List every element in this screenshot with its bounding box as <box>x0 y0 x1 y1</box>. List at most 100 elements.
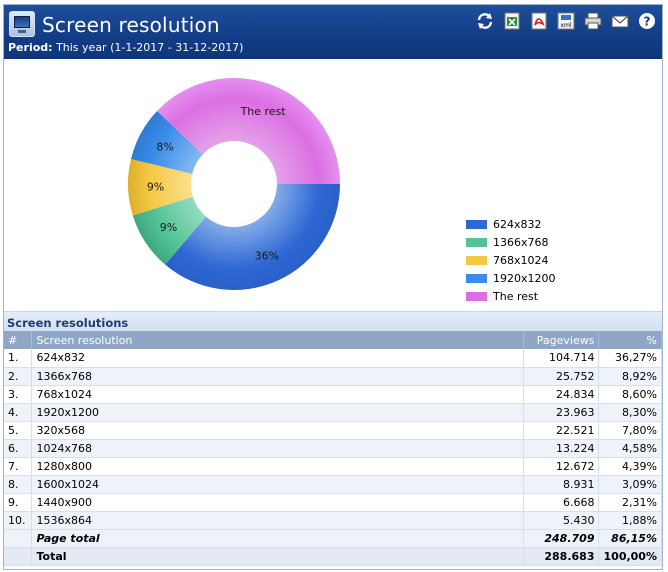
pdf-icon[interactable] <box>528 10 550 32</box>
row-resolution: 1600x1024 <box>31 475 524 494</box>
row-index: 1. <box>4 349 33 368</box>
row-percent: 2,31% <box>598 493 662 512</box>
page-total-index <box>4 529 33 548</box>
total-pageviews: 288.683 <box>523 547 600 566</box>
legend-swatch <box>466 255 487 265</box>
row-percent: 7,80% <box>598 421 662 440</box>
row-resolution: 320x568 <box>31 421 524 440</box>
legend-swatch <box>466 237 487 247</box>
legend-swatch <box>466 291 487 301</box>
page-total-percent: 86,15% <box>598 529 662 548</box>
row-index: 6. <box>4 439 33 458</box>
row-index: 5. <box>4 421 33 440</box>
row-index: 2. <box>4 367 33 386</box>
row-resolution: 768x1024 <box>31 385 524 404</box>
period-value: This year (1-1-2017 - 31-12-2017) <box>56 41 244 54</box>
table-row[interactable]: 4. 1920x1200 23.963 8,30% <box>4 403 662 422</box>
row-index: 9. <box>4 493 33 512</box>
row-percent: 4,58% <box>598 439 662 458</box>
chart-legend: 624x832 1366x768 768x1024 1920x1200 The rest <box>466 215 556 305</box>
legend-label: 768x1024 <box>493 253 549 267</box>
monitor-icon <box>9 11 35 37</box>
row-index: 3. <box>4 385 33 404</box>
total-row: Total 288.683 100,00% <box>4 547 662 566</box>
row-pageviews: 6.668 <box>523 493 600 512</box>
row-pageviews: 8.931 <box>523 475 600 494</box>
page-total-pageviews: 248.709 <box>523 529 600 548</box>
row-percent: 8,60% <box>598 385 662 404</box>
row-pageviews: 22.521 <box>523 421 600 440</box>
row-percent: 4,39% <box>598 457 662 476</box>
legend-label: 1366x768 <box>493 235 549 249</box>
row-percent: 1,88% <box>598 511 662 530</box>
table-row[interactable]: 6. 1024x768 13.224 4,58% <box>4 439 662 458</box>
print-icon[interactable] <box>582 10 604 32</box>
table-header-row: # Screen resolution Pageviews % <box>4 331 662 349</box>
donut-chart: 36% 9% 9% 8% The rest <box>127 78 340 290</box>
legend-label: 624x832 <box>493 217 542 231</box>
row-resolution: 1280x800 <box>31 457 524 476</box>
row-index: 7. <box>4 457 33 476</box>
chart-area: 36% 9% 9% 8% The rest 624x832 1366x768 768x102… <box>4 59 662 311</box>
row-resolution: 1920x1200 <box>31 403 524 422</box>
legend-item: 768x1024 <box>466 251 556 269</box>
header-pageviews[interactable]: Pageviews <box>523 331 600 349</box>
legend-item: The rest <box>466 287 556 305</box>
legend-label: The rest <box>493 289 539 303</box>
table-row[interactable]: 7. 1280x800 12.672 4,39% <box>4 457 662 476</box>
header-index[interactable]: # <box>4 331 33 349</box>
row-resolution: 1440x900 <box>31 493 524 512</box>
row-pageviews: 104.714 <box>523 349 600 368</box>
legend-label: 1920x1200 <box>493 271 556 285</box>
slice-label: 9% <box>147 181 164 194</box>
email-icon[interactable] <box>609 10 631 32</box>
legend-swatch <box>466 273 487 283</box>
header-resolution[interactable]: Screen resolution <box>31 331 524 349</box>
legend-item: 1366x768 <box>466 233 556 251</box>
help-icon[interactable]: ? <box>636 10 658 32</box>
row-percent: 36,27% <box>598 349 662 368</box>
table-row[interactable]: 5. 320x568 22.521 7,80% <box>4 421 662 440</box>
row-pageviews: 23.963 <box>523 403 600 422</box>
row-percent: 8,92% <box>598 367 662 386</box>
toolbar: xml ? <box>474 10 658 32</box>
table-row[interactable]: 9. 1440x900 6.668 2,31% <box>4 493 662 512</box>
total-percent: 100,00% <box>598 547 662 566</box>
header-percent[interactable]: % <box>598 331 662 349</box>
row-index: 8. <box>4 475 33 494</box>
table-row[interactable]: 10. 1536x864 5.430 1,88% <box>4 511 662 530</box>
svg-text:xml: xml <box>560 22 571 29</box>
slice-label: The rest <box>240 105 287 118</box>
report-panel: Screen resolution Period: This year (1-1… <box>3 4 663 570</box>
row-resolution: 1024x768 <box>31 439 524 458</box>
resolution-table: # Screen resolution Pageviews % 1. 624x83… <box>4 331 662 566</box>
refresh-icon[interactable] <box>474 10 496 32</box>
row-percent: 8,30% <box>598 403 662 422</box>
page-title: Screen resolution <box>42 13 220 37</box>
table-row[interactable]: 8. 1600x1024 8.931 3,09% <box>4 475 662 494</box>
slice-label: 9% <box>160 221 177 234</box>
period-label: Period: <box>8 41 53 54</box>
period-info: Period: This year (1-1-2017 - 31-12-2017… <box>8 41 243 54</box>
slice-label: 8% <box>156 140 173 153</box>
legend-swatch <box>466 219 487 229</box>
row-resolution: 624x832 <box>31 349 524 368</box>
excel-icon[interactable] <box>501 10 523 32</box>
row-index: 4. <box>4 403 33 422</box>
page-total-row: Page total 248.709 86,15% <box>4 529 662 548</box>
table-row[interactable]: 2. 1366x768 25.752 8,92% <box>4 367 662 386</box>
row-pageviews: 24.834 <box>523 385 600 404</box>
page-total-label: Page total <box>31 529 524 548</box>
section-title: Screen resolutions <box>4 311 662 331</box>
row-percent: 3,09% <box>598 475 662 494</box>
report-header: Screen resolution Period: This year (1-1… <box>4 5 662 59</box>
xml-icon[interactable]: xml <box>555 10 577 32</box>
total-index <box>4 547 33 566</box>
slice-label: 36% <box>255 249 279 262</box>
table-row[interactable]: 3. 768x1024 24.834 8,60% <box>4 385 662 404</box>
legend-item: 1920x1200 <box>466 269 556 287</box>
row-resolution: 1366x768 <box>31 367 524 386</box>
legend-item: 624x832 <box>466 215 556 233</box>
table-row[interactable]: 1. 624x832 104.714 36,27% <box>4 349 662 368</box>
total-label: Total <box>31 547 524 566</box>
